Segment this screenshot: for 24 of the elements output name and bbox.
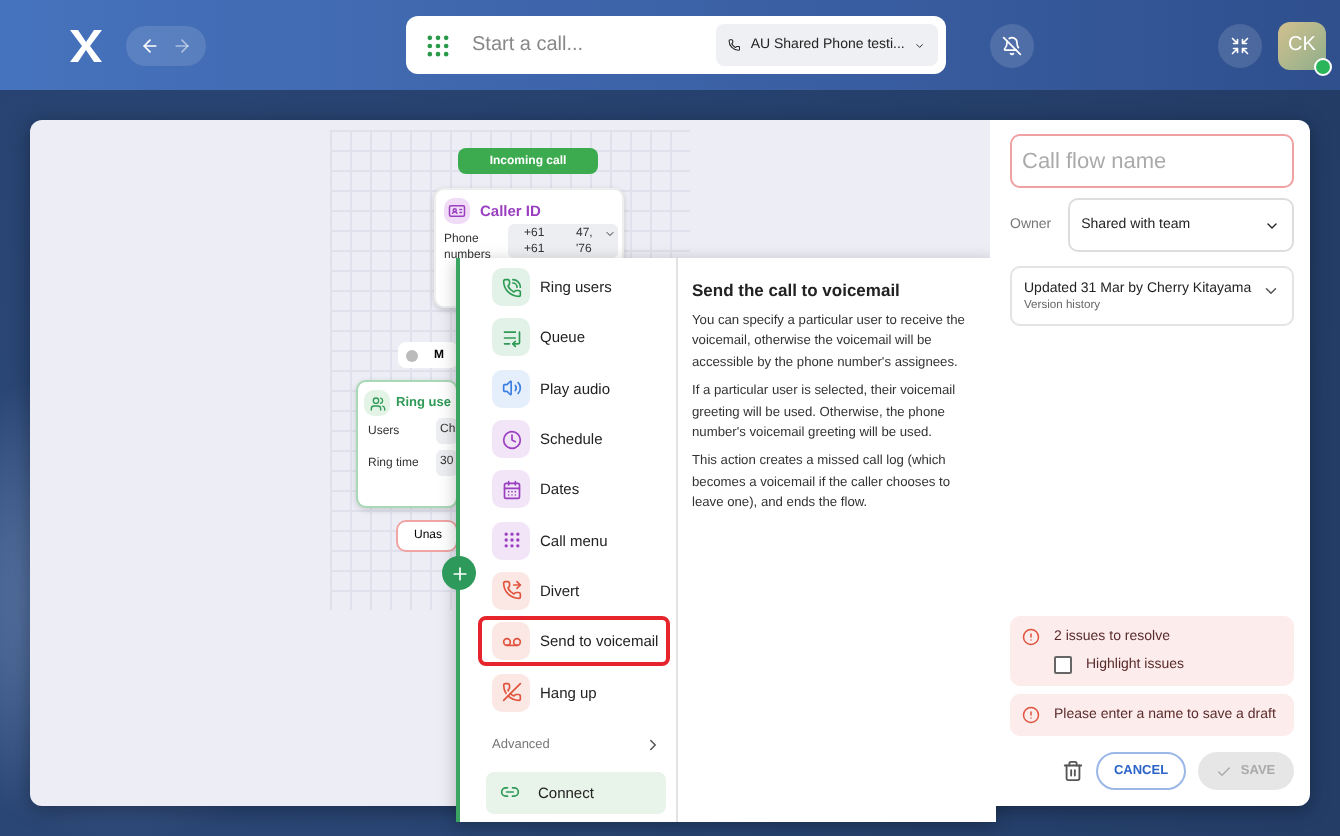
notifications-button[interactable] [990,23,1034,67]
logo-icon [66,25,106,65]
name-field[interactable]: Call flow name [1010,134,1294,188]
description-title: Send the call to voicemail [692,280,902,300]
delete-icon[interactable] [1062,760,1084,782]
back-button[interactable] [140,35,160,55]
chevron-right-icon [644,736,662,755]
plus-icon [449,563,469,583]
alert-icon [1022,706,1040,724]
id-card-icon [448,202,466,220]
bell-off-icon [1002,35,1022,55]
shrink-icon [1230,35,1250,55]
add-step-button[interactable] [442,556,476,590]
dial-pad-icon [424,31,452,59]
users-icon [369,395,385,411]
link-icon [500,782,520,803]
alert-icon [1022,628,1040,646]
caret-icon [604,228,616,240]
highlight-checkbox[interactable] [1054,656,1072,674]
phone-icon [728,36,741,54]
check-icon [1216,763,1233,779]
node-icon [406,349,418,361]
chevron-down-icon [1262,282,1280,300]
collapse-button[interactable] [1218,23,1262,67]
